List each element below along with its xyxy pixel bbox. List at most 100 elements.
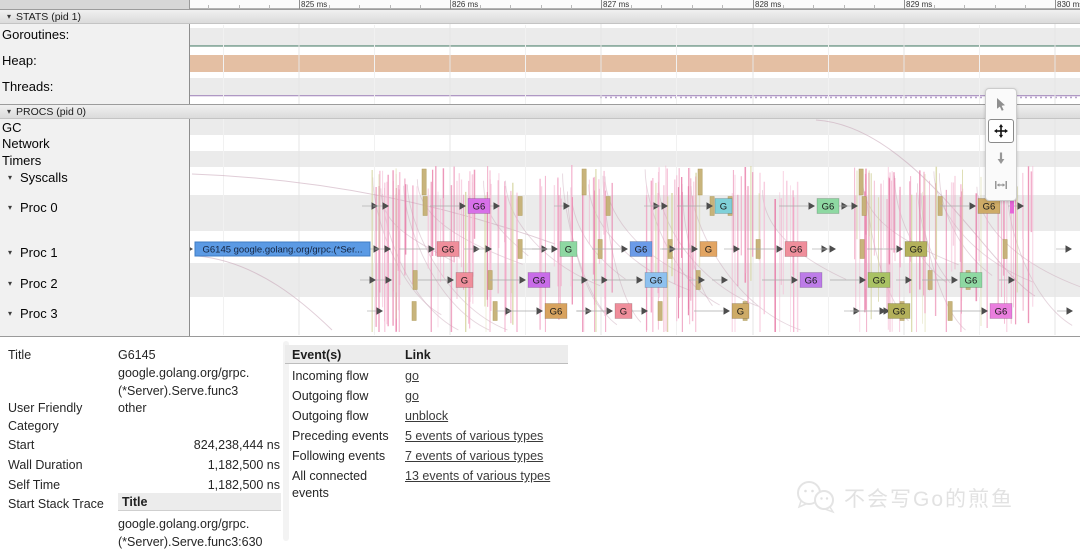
timing-range-icon — [994, 178, 1008, 192]
event-link-cell: go — [405, 388, 419, 405]
svg-text:G6: G6 — [805, 276, 818, 287]
collapse-triangle-icon[interactable]: ▾ — [8, 310, 12, 318]
svg-text:G: G — [720, 202, 727, 213]
svg-text:G6: G6 — [442, 245, 455, 256]
ruler-major-tick — [601, 0, 602, 9]
svg-text:G: G — [461, 276, 468, 287]
selection-tool-button[interactable] — [988, 92, 1014, 116]
svg-text:G: G — [705, 245, 712, 256]
stats-section-header[interactable]: ▾ STATS (pid 1) — [0, 9, 1080, 24]
event-type-cell: Following events — [292, 448, 398, 465]
svg-text:G6: G6 — [473, 202, 486, 213]
svg-text:G: G — [620, 307, 627, 318]
ruler-major-tick — [450, 0, 451, 9]
flow-arrow-icon — [190, 245, 193, 253]
collapse-triangle-icon[interactable]: ▾ — [7, 108, 11, 116]
flow-arrow-icon — [1066, 245, 1073, 253]
ruler-corner — [0, 0, 190, 9]
ruler-label: 830 ms — [1057, 0, 1080, 9]
selected-slice-group: G6145 google.golang.org/grpc.(*Ser... — [190, 242, 370, 256]
event-link[interactable]: 13 events of various types — [405, 469, 550, 483]
track-row-label: Proc 2 — [20, 276, 58, 291]
wechat-chat-bubbles-icon — [795, 480, 837, 516]
stat-row-label: Heap: — [2, 53, 37, 68]
event-link[interactable]: 5 events of various types — [405, 429, 543, 443]
flow-arrow-icon — [607, 307, 614, 315]
flow-arrow-icon — [724, 307, 731, 315]
track-row-proc2[interactable]: ▾ Proc 2 — [8, 276, 58, 291]
collapse-triangle-icon[interactable]: ▾ — [7, 13, 11, 21]
threads-counter-line — [190, 95, 1080, 96]
event-link[interactable]: go — [405, 369, 419, 383]
flow-arrow-icon — [429, 245, 436, 253]
event-link[interactable]: 7 events of various types — [405, 449, 543, 463]
trace-viewer-window: G6GG6G6G6GG6GG6G6GG6G6G6G6G6G6GGG6G6G614… — [0, 0, 1080, 550]
pan-tool-button[interactable] — [988, 119, 1014, 143]
collapse-triangle-icon[interactable]: ▾ — [8, 280, 12, 288]
event-type-cell: Incoming flow — [292, 368, 398, 385]
procs-section-header[interactable]: ▾ PROCS (pid 0) — [0, 104, 1080, 119]
track-row-proc3[interactable]: ▾Proc 3 — [8, 306, 58, 321]
ruler-label: 828 ms — [755, 0, 781, 9]
detail-field-value: 824,238,444 ns — [118, 436, 280, 454]
trace-canvas[interactable]: G6GG6G6G6GG6GG6G6GG6G6G6G6G6G6GGG6G6G614… — [190, 9, 1080, 335]
detail-field-label: User Friendly Category — [8, 399, 82, 435]
stat-row-label: Goroutines: — [2, 27, 69, 42]
detail-field-value: 1,182,500 ns — [118, 476, 280, 494]
stack-trace-value: google.golang.org/grpc. (*Server).Serve.… — [118, 515, 280, 550]
stack-trace-label: Start Stack Trace — [8, 495, 104, 513]
collapse-triangle-icon[interactable]: ▾ — [8, 204, 12, 212]
track-row-proc1[interactable]: ▾Proc 1 — [8, 245, 58, 260]
detail-field-value: 1,182,500 ns — [118, 456, 280, 474]
svg-text:G6: G6 — [965, 276, 978, 287]
stat-row-heap: Heap: — [2, 53, 37, 68]
svg-text:G6: G6 — [983, 202, 996, 213]
stats-label-column: Goroutines: Heap: Threads: — [0, 24, 190, 104]
ruler-major-tick — [1055, 0, 1056, 9]
event-link[interactable]: unblock — [405, 409, 448, 423]
event-type-cell: Preceding events — [292, 428, 398, 445]
flow-arrow-icon — [734, 245, 741, 253]
watermark: 不会写Go的煎鱼 — [795, 480, 1014, 516]
svg-text:G6: G6 — [635, 245, 648, 256]
ruler-major-tick — [904, 0, 905, 9]
flow-arrow-icon — [830, 245, 837, 253]
event-type-cell: All connected events — [292, 468, 398, 502]
svg-text:G6: G6 — [893, 307, 906, 318]
goroutines-counter-line — [190, 45, 1080, 47]
collapse-triangle-icon[interactable]: ▾ — [8, 249, 12, 257]
svg-text:G: G — [737, 307, 744, 318]
ruler-label: 827 ms — [603, 0, 629, 9]
track-row-label: GC — [2, 120, 22, 135]
event-link-cell: 5 events of various types — [405, 428, 543, 445]
track-row-gc: GC — [2, 120, 22, 135]
stat-row-threads: Threads: — [2, 79, 53, 94]
detail-field-label: Wall Duration — [8, 456, 83, 474]
events-column-header: Event(s) — [292, 347, 398, 364]
detail-field-label: Self Time — [8, 476, 60, 494]
collapse-triangle-icon[interactable]: ▾ — [8, 174, 12, 182]
event-link[interactable]: go — [405, 389, 419, 403]
track-row-label: Timers — [2, 153, 41, 168]
flow-arrow-icon — [692, 245, 699, 253]
link-column-header: Link — [405, 347, 431, 364]
ruler-label: 825 ms — [301, 0, 327, 9]
track-row-syscalls[interactable]: ▾Syscalls — [8, 170, 68, 185]
event-link-cell: go — [405, 368, 419, 385]
cursor-icon — [994, 97, 1008, 111]
svg-text:G6: G6 — [873, 276, 886, 287]
event-type-cell: Outgoing flow — [292, 408, 398, 425]
track-row-proc0[interactable]: ▾Proc 0 — [8, 200, 58, 215]
ruler-major-tick — [753, 0, 754, 9]
detail-field-value: other — [118, 399, 280, 417]
flow-arrow-icon — [377, 307, 384, 315]
timing-tool-button[interactable] — [988, 173, 1014, 197]
event-type-cell: Outgoing flow — [292, 388, 398, 405]
track-row-label: Network — [2, 136, 50, 151]
zoom-tool-button[interactable] — [988, 146, 1014, 170]
svg-text:G6: G6 — [995, 307, 1008, 318]
panel-scrollbar[interactable] — [283, 341, 289, 541]
svg-text:G6: G6 — [790, 245, 803, 256]
detail-field-value: G6145 google.golang.org/grpc. (*Server).… — [118, 346, 280, 400]
detail-field-label: Title — [8, 346, 31, 364]
